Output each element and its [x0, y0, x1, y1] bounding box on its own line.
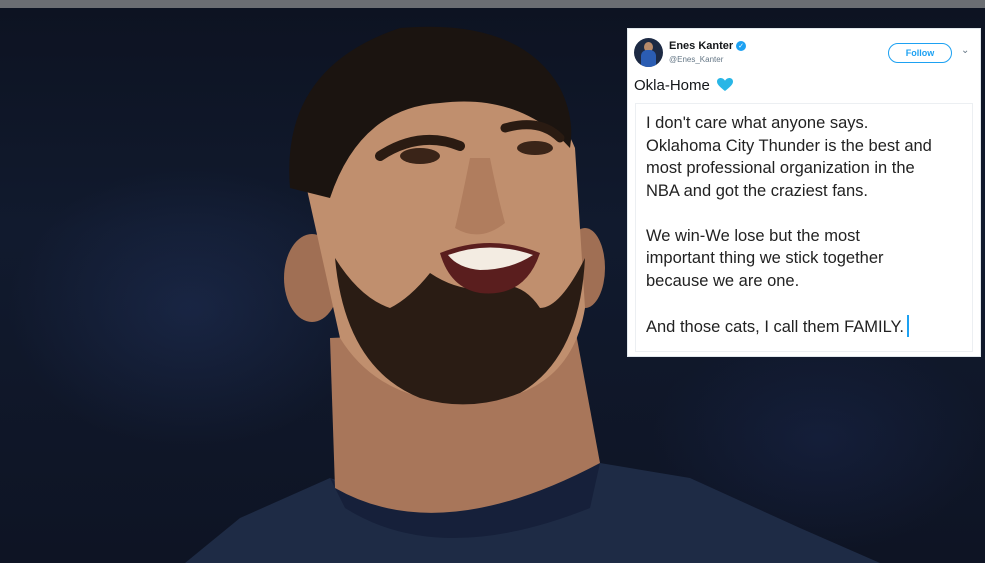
tweet-text-label: Okla-Home: [634, 77, 710, 94]
text-cursor: [907, 314, 910, 337]
tweet-author-name[interactable]: Enes Kanter: [669, 40, 733, 52]
tweet-author-handle[interactable]: @Enes_Kanter: [669, 55, 723, 64]
tweet-text: Okla-Home: [634, 77, 734, 96]
blue-heart-icon: [716, 77, 734, 96]
chevron-down-icon[interactable]: ⌄: [961, 45, 969, 56]
follow-button[interactable]: Follow: [888, 43, 952, 63]
note-paragraph-3: And those cats, I call them FAMILY.: [646, 314, 962, 339]
avatar[interactable]: [634, 38, 663, 67]
note-paragraph-1: I don't care what anyone says. Oklahoma …: [646, 114, 932, 200]
browser-top-strip: [0, 0, 985, 8]
verified-badge-icon: ✓: [736, 41, 746, 51]
note-paragraph-2: We win-We lose but the most important th…: [646, 226, 884, 290]
tweet-image-note: I don't care what anyone says. Oklahoma …: [635, 103, 973, 352]
tweet-embed: Enes Kanter ✓ @Enes_Kanter Follow ⌄ Okla…: [627, 28, 981, 357]
